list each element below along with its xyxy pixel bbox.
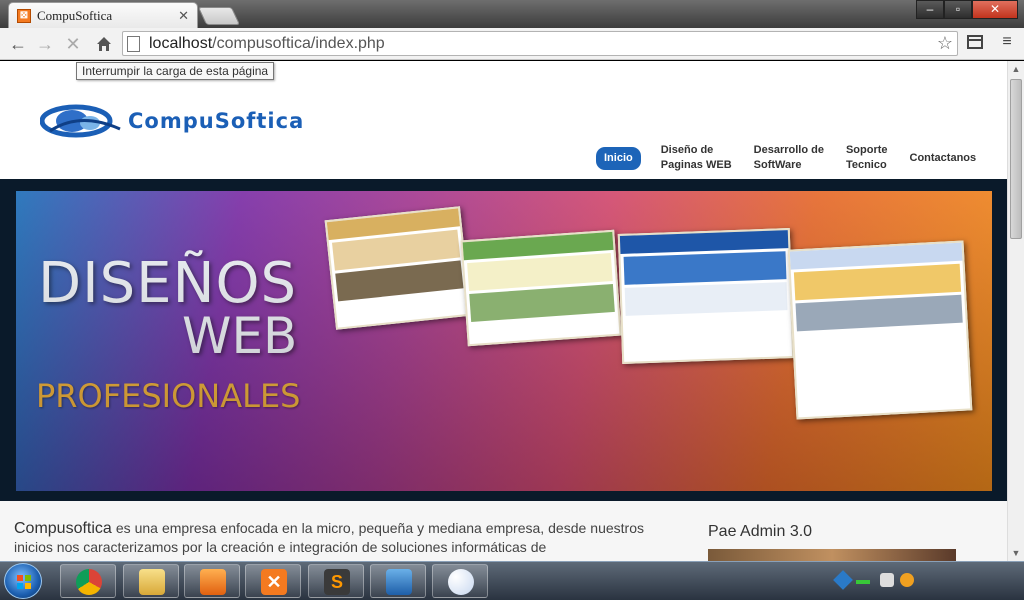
- page-icon: [127, 36, 140, 52]
- scroll-thumb[interactable]: [1010, 79, 1022, 239]
- page-viewport: CompuSoftica Inicio Diseño de Paginas WE…: [0, 61, 1007, 561]
- new-tab-button[interactable]: [197, 7, 241, 25]
- window-titlebar: ⊠ CompuSoftica ✕ – ▫ ✕: [0, 0, 1024, 28]
- taskbar-media-player[interactable]: [184, 564, 240, 598]
- logo-swirl-icon: [40, 104, 121, 138]
- back-arrow-icon[interactable]: ←: [6, 32, 30, 56]
- menu-icon[interactable]: ≡: [996, 33, 1018, 55]
- scroll-up-arrow-icon[interactable]: ▲: [1008, 61, 1024, 77]
- explorer-icon: [139, 569, 165, 595]
- website-thumbnail: [617, 228, 795, 364]
- home-icon[interactable]: [92, 32, 116, 56]
- paint-icon: [448, 569, 474, 595]
- main-nav: Inicio Diseño de Paginas WEB Desarrollo …: [596, 143, 998, 173]
- extension-icon[interactable]: [964, 33, 986, 55]
- logo-text: CompuSoftica: [128, 109, 305, 133]
- tab-title: CompuSoftica: [37, 7, 113, 23]
- control-panel-icon: [386, 569, 412, 595]
- intro-paragraph: Compusoftica es una empresa enfocada en …: [14, 519, 644, 557]
- hero-banner: DISEÑOS WEB PROFESIONALES: [16, 191, 992, 491]
- notification-icon[interactable]: [900, 573, 914, 587]
- media-player-icon: [200, 569, 226, 595]
- browser-toolbar: ← → ✕ localhost/compusoftica/index.php ☆…: [0, 28, 1024, 60]
- start-button[interactable]: [4, 563, 42, 599]
- taskbar-chrome[interactable]: [60, 564, 116, 598]
- nav-diseno-paginas-web[interactable]: Diseño de Paginas WEB: [661, 143, 732, 173]
- window-controls: – ▫ ✕: [916, 0, 1018, 19]
- system-tray: [830, 566, 1020, 596]
- dropbox-icon[interactable]: [833, 570, 853, 590]
- taskbar-paint[interactable]: [432, 564, 488, 598]
- xampp-icon: ⊠: [17, 8, 31, 23]
- hero-title-line3: PROFESIONALES: [36, 377, 301, 415]
- vertical-scrollbar[interactable]: ▲ ▼: [1007, 61, 1024, 561]
- sidebar-thumbnail[interactable]: [708, 549, 956, 561]
- website-thumbnail: [324, 206, 472, 330]
- windows-logo-icon: [17, 575, 31, 589]
- xampp-icon: ✕: [261, 569, 287, 595]
- browser-tab[interactable]: ⊠ CompuSoftica ✕: [8, 2, 198, 28]
- close-tab-icon[interactable]: ✕: [178, 8, 189, 24]
- nav-contactanos[interactable]: Contactanos: [910, 151, 977, 166]
- hero-title-line2: WEB: [182, 307, 298, 365]
- site-logo[interactable]: CompuSoftica: [40, 101, 304, 141]
- intro-brand: Compusoftica: [14, 520, 112, 537]
- usb-icon[interactable]: [880, 573, 894, 587]
- content-section: Compusoftica es una empresa enfocada en …: [0, 501, 1007, 561]
- nav-inicio[interactable]: Inicio: [596, 146, 641, 170]
- forward-arrow-icon[interactable]: →: [33, 32, 57, 56]
- maximize-button[interactable]: ▫: [944, 0, 972, 19]
- sublime-text-icon: S: [324, 569, 350, 595]
- bookmark-star-icon[interactable]: ☆: [937, 33, 953, 54]
- tooltip: Interrumpir la carga de esta página: [76, 62, 275, 80]
- taskbar-xampp[interactable]: ✕: [245, 564, 301, 598]
- hero-title-line1: DISEÑOS: [38, 251, 298, 316]
- network-status-icon[interactable]: [856, 580, 870, 584]
- close-window-button[interactable]: ✕: [972, 0, 1018, 19]
- website-thumbnail: [460, 229, 622, 347]
- scroll-down-arrow-icon[interactable]: ▼: [1008, 545, 1024, 561]
- taskbar-sublime-text[interactable]: S: [308, 564, 364, 598]
- address-bar[interactable]: localhost/compusoftica/index.php ☆: [122, 31, 958, 56]
- sidebar-title: Pae Admin 3.0: [708, 523, 813, 540]
- website-thumbnail: [787, 240, 973, 420]
- hero-band: DISEÑOS WEB PROFESIONALES: [0, 179, 1007, 501]
- windows-taskbar: ✕ S: [0, 561, 1024, 600]
- taskbar-explorer[interactable]: [123, 564, 179, 598]
- url-text: localhost/compusoftica/index.php: [149, 35, 385, 52]
- nav-desarrollo-software[interactable]: Desarrollo de SoftWare: [754, 143, 824, 173]
- stop-loading-icon[interactable]: ✕: [61, 32, 85, 56]
- chrome-icon: [76, 569, 102, 595]
- taskbar-control-panel[interactable]: [370, 564, 426, 598]
- minimize-button[interactable]: –: [916, 0, 944, 19]
- nav-soporte-tecnico[interactable]: Soporte Tecnico: [846, 143, 888, 173]
